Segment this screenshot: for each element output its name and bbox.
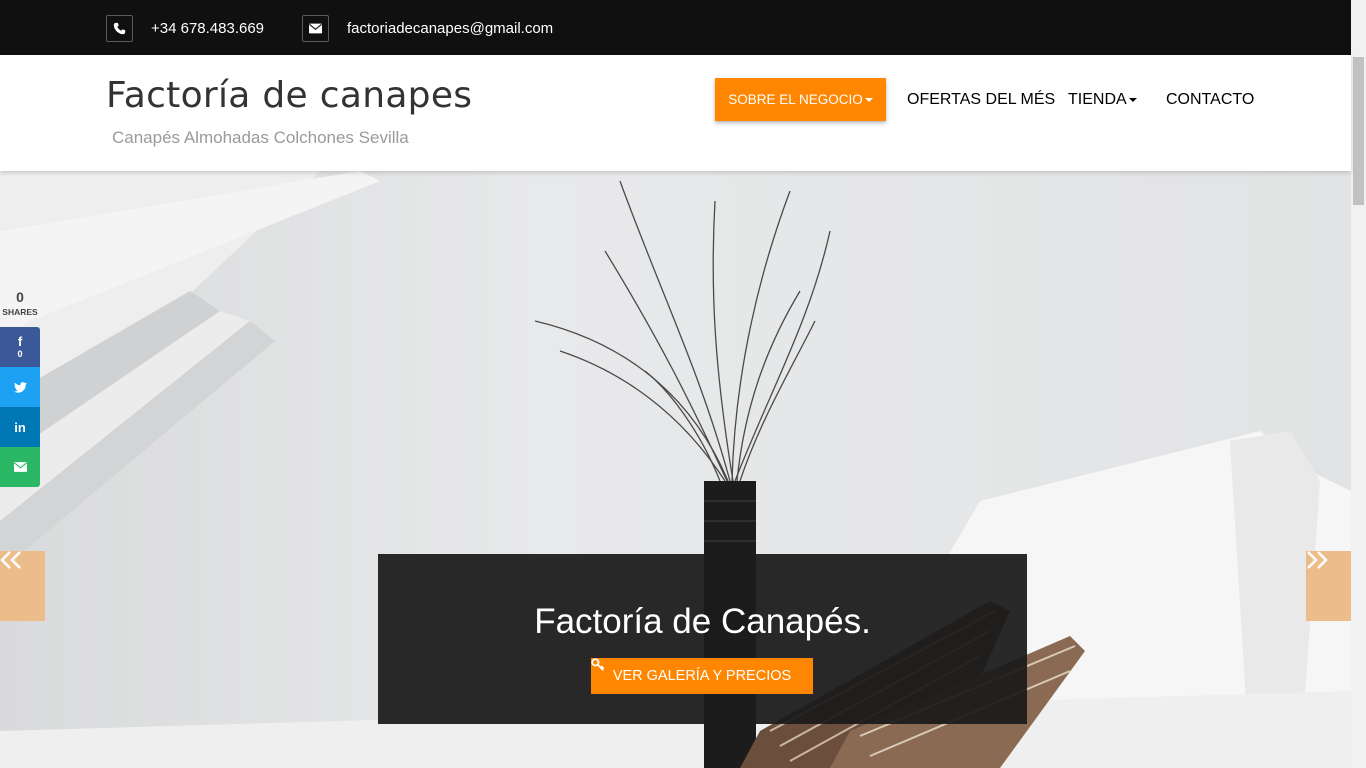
slide-caption: Factoría de Canapés. VER GALERÍA Y PRECI… xyxy=(378,554,1027,724)
envelope-icon xyxy=(302,14,329,42)
email-contact[interactable]: factoriadecanapes@gmail.com xyxy=(302,14,553,42)
slider-prev-button[interactable] xyxy=(0,551,45,621)
nav-sobre-el-negocio[interactable]: SOBRE EL NEGOCIO xyxy=(715,78,886,121)
gallery-prices-button[interactable]: VER GALERÍA Y PRECIOS xyxy=(591,658,813,694)
facebook-icon: f xyxy=(17,333,23,349)
nav-label: TIENDA xyxy=(1068,90,1127,108)
share-label: SHARES xyxy=(2,307,38,317)
share-twitter-button[interactable] xyxy=(0,367,40,407)
site-header: Factoría de canapes Canapés Almohadas Co… xyxy=(0,55,1351,171)
phone-contact[interactable]: +34 678.483.669 xyxy=(106,14,264,42)
slide-title: Factoría de Canapés. xyxy=(534,602,871,641)
twitter-icon xyxy=(13,381,27,393)
top-contact-bar: +34 678.483.669 factoriadecanapes@gmail.… xyxy=(0,0,1351,55)
facebook-share-count: 0 xyxy=(17,348,23,359)
share-facebook-button[interactable]: f 0 xyxy=(0,327,40,367)
social-share-bar: 0 SHARES f 0 in xyxy=(0,289,40,487)
gallery-button-label: VER GALERÍA Y PRECIOS xyxy=(612,668,792,684)
envelope-icon xyxy=(13,462,27,472)
caret-down-icon xyxy=(864,97,873,102)
nav-label: SOBRE EL NEGOCIO xyxy=(728,92,863,107)
email-address: factoriadecanapes@gmail.com xyxy=(347,19,554,37)
share-email-button[interactable] xyxy=(0,447,40,487)
share-linkedin-button[interactable]: in xyxy=(0,407,40,447)
site-tagline: Canapés Almohadas Colchones Sevilla xyxy=(112,128,409,147)
site-title[interactable]: Factoría de canapes xyxy=(106,75,472,116)
double-chevron-left-icon xyxy=(0,551,21,569)
page-scrollbar[interactable] xyxy=(1351,0,1366,768)
nav-tienda[interactable]: TIENDA xyxy=(1068,78,1137,121)
nav-label: OFERTAS DEL MÉS xyxy=(907,90,1056,108)
scrollbar-thumb[interactable] xyxy=(1353,57,1364,205)
key-icon xyxy=(591,658,605,671)
share-count: 0 xyxy=(16,289,24,305)
nav-label: CONTACTO xyxy=(1166,90,1255,108)
nav-contacto[interactable]: CONTACTO xyxy=(1166,78,1254,121)
nav-ofertas-del-mes[interactable]: OFERTAS DEL MÉS xyxy=(907,78,1055,121)
caret-down-icon xyxy=(1128,97,1137,102)
hero-slider: Factoría de Canapés. VER GALERÍA Y PRECI… xyxy=(0,171,1351,768)
linkedin-icon: in xyxy=(14,419,26,435)
phone-number: +34 678.483.669 xyxy=(151,19,265,37)
phone-icon xyxy=(106,14,133,42)
double-chevron-right-icon xyxy=(1307,551,1328,569)
slider-next-button[interactable] xyxy=(1306,551,1351,621)
